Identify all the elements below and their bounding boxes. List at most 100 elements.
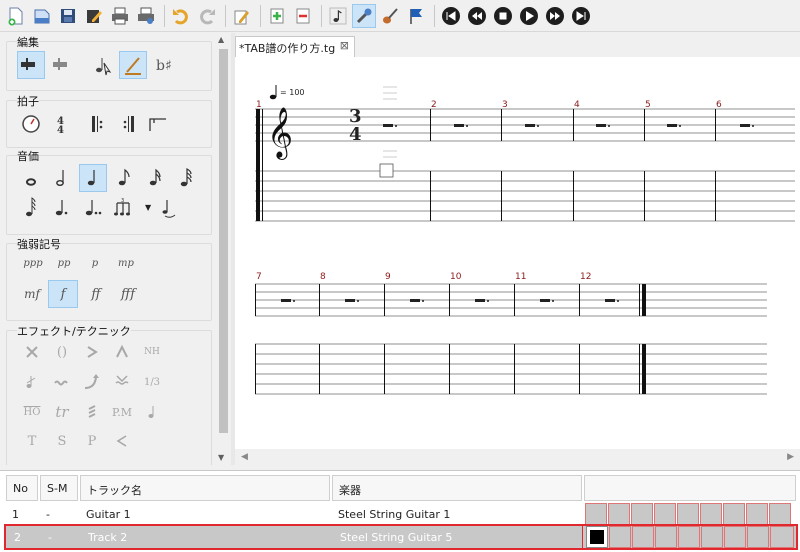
scroll-right-icon[interactable]: ▶ — [787, 452, 794, 462]
col-header-sm[interactable]: S-M — [40, 475, 78, 501]
measure-cell[interactable] — [585, 503, 607, 525]
measure-cell[interactable] — [723, 503, 745, 525]
double-dotted-note-button[interactable] — [79, 194, 107, 222]
measure-cell[interactable] — [608, 503, 630, 525]
repeat-close-button[interactable] — [114, 110, 142, 138]
slap-button[interactable]: S — [48, 427, 76, 455]
tuplet-button[interactable]: 3 — [110, 194, 138, 222]
sixteenth-note-button[interactable] — [141, 164, 169, 192]
play-icon[interactable] — [517, 4, 541, 28]
track-sm[interactable]: - — [40, 503, 50, 525]
trill-button[interactable]: tr — [48, 398, 76, 426]
heavy-accent-icon[interactable] — [108, 338, 136, 366]
dynamic-pp-button[interactable]: pp — [49, 249, 79, 277]
pop-button[interactable]: P — [78, 427, 106, 455]
quarter-note-button[interactable] — [79, 164, 107, 192]
dynamic-ppp-button[interactable]: ppp — [17, 249, 49, 277]
time-signature-button[interactable]: 44 — [47, 110, 75, 138]
dynamic-f-button[interactable]: f — [48, 280, 78, 308]
tapping-button[interactable]: T — [18, 427, 46, 455]
hammer-on-button[interactable]: HO — [18, 398, 46, 426]
slide-fraction-button[interactable]: 1/3 — [138, 368, 166, 396]
note-icon[interactable] — [326, 4, 350, 28]
trill-down-icon[interactable] — [108, 368, 136, 396]
track-name[interactable]: Track 2 — [82, 526, 127, 548]
measure-cell-current[interactable] — [586, 526, 608, 548]
col-header-instrument[interactable]: 楽器 — [332, 475, 582, 501]
staccato-icon[interactable] — [138, 398, 166, 426]
measure-cell[interactable] — [678, 526, 700, 548]
half-note-button[interactable] — [48, 164, 76, 192]
measure-cell[interactable] — [701, 526, 723, 548]
dotted-note-button[interactable] — [48, 194, 76, 222]
track-sm[interactable]: - — [42, 526, 52, 548]
grace-note-icon[interactable] — [18, 368, 46, 396]
dynamic-ff-button[interactable]: ff — [81, 280, 111, 308]
track-name[interactable]: Guitar 1 — [80, 503, 131, 525]
bend-icon[interactable] — [78, 368, 106, 396]
col-header-measures[interactable] — [584, 475, 796, 501]
measure-cell[interactable] — [632, 526, 654, 548]
select-note-button[interactable] — [89, 51, 117, 79]
first-icon[interactable] — [439, 4, 463, 28]
measure-cell[interactable] — [654, 503, 676, 525]
tie-note-button[interactable] — [154, 194, 182, 222]
track-instrument[interactable]: Steel String Guitar 1 — [332, 503, 450, 525]
print-icon[interactable] — [108, 4, 132, 28]
fast-forward-icon[interactable] — [543, 4, 567, 28]
track-row-selected[interactable]: 2 - Track 2 Steel String Guitar 5 — [4, 524, 798, 550]
measure-cell[interactable] — [770, 526, 794, 548]
ghost-note-button[interactable]: () — [48, 338, 76, 366]
save-icon[interactable] — [56, 4, 80, 28]
track-no[interactable]: 1 — [6, 503, 19, 525]
score-canvas[interactable]: 𝄞 = 100 3 4 1 2 3 4 5 6 7 8 9 10 11 12 — [235, 57, 800, 449]
scroll-left-icon[interactable]: ◀ — [241, 452, 248, 462]
palm-mute-button[interactable]: P.M — [108, 398, 136, 426]
metronome-icon[interactable] — [17, 110, 45, 138]
measure-cell[interactable] — [609, 526, 631, 548]
rewind-icon[interactable] — [465, 4, 489, 28]
dead-note-icon[interactable] — [18, 338, 46, 366]
measure-cell[interactable] — [769, 503, 791, 525]
col-header-no[interactable]: No — [6, 475, 38, 501]
palette-scroll-thumb[interactable] — [219, 49, 228, 433]
measure-cell[interactable] — [700, 503, 722, 525]
undo-icon[interactable] — [169, 4, 193, 28]
last-icon[interactable] — [569, 4, 593, 28]
voice-2-button[interactable] — [49, 51, 77, 79]
eighth-note-button[interactable] — [110, 164, 138, 192]
accent-icon[interactable] — [78, 338, 106, 366]
score-svg[interactable]: 𝄞 — [235, 57, 800, 449]
measure-cell[interactable] — [724, 526, 746, 548]
dynamic-fff-button[interactable]: fff — [112, 280, 144, 308]
whole-note-button[interactable] — [17, 164, 45, 192]
measure-cell[interactable] — [677, 503, 699, 525]
dynamic-mf-button[interactable]: mf — [17, 280, 47, 308]
dynamic-mp-button[interactable]: mp — [111, 249, 141, 277]
measure-cell[interactable] — [746, 503, 768, 525]
print-preview-icon[interactable] — [134, 4, 158, 28]
scroll-down-icon[interactable]: ▼ — [218, 453, 224, 462]
sixty-fourth-note-button[interactable] — [17, 194, 45, 222]
thirty-second-note-button[interactable] — [172, 164, 200, 192]
measure-cell[interactable] — [655, 526, 677, 548]
wrench-icon[interactable] — [352, 3, 376, 28]
tuplet-dropdown-icon[interactable]: ▼ — [145, 203, 151, 212]
edit-icon[interactable] — [82, 4, 106, 28]
pencil-tool-button[interactable] — [119, 51, 147, 79]
accidental-button[interactable]: b♯ — [151, 51, 179, 79]
tab-song[interactable]: *TAB譜の作り方.tg ⊠ — [235, 36, 355, 57]
guitar-icon[interactable] — [378, 4, 402, 28]
score-hscrollbar[interactable]: ◀ ▶ — [235, 449, 800, 465]
palette-scrollbar[interactable]: ▲ ▼ — [215, 33, 231, 465]
dynamic-p-button[interactable]: p — [81, 249, 109, 277]
alternate-ending-button[interactable] — [144, 110, 172, 138]
open-file-icon[interactable] — [30, 4, 54, 28]
voice-1-button[interactable] — [17, 51, 45, 79]
harmonic-button[interactable]: NH — [138, 338, 166, 366]
tab-close-icon[interactable]: ⊠ — [340, 39, 349, 52]
pencil-icon[interactable] — [230, 4, 254, 28]
repeat-open-button[interactable] — [84, 110, 112, 138]
stop-icon[interactable] — [491, 4, 515, 28]
fade-in-icon[interactable] — [108, 427, 136, 455]
